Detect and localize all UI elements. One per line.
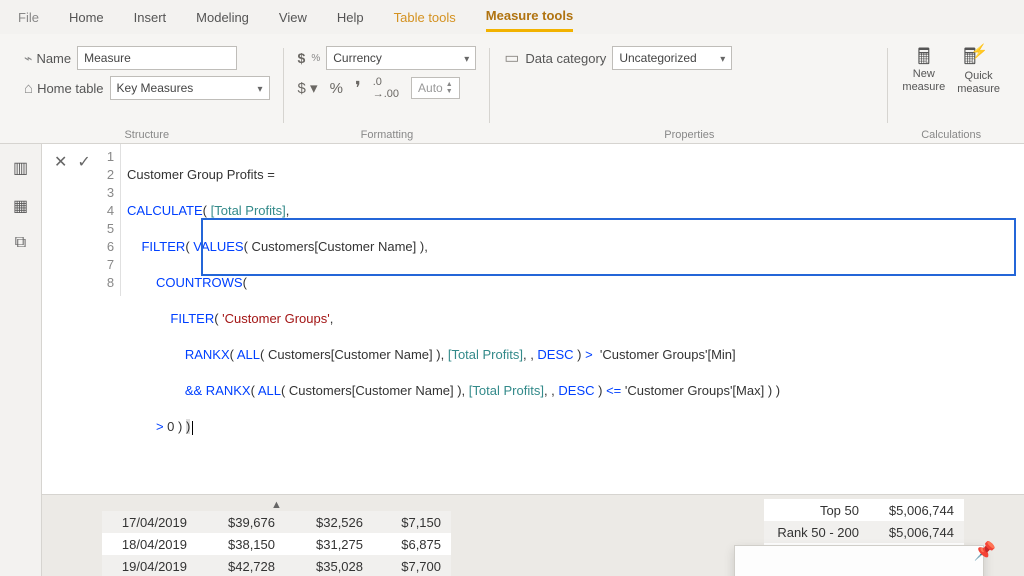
top-tabs: File Home Insert Modeling View Help Tabl… — [0, 0, 1024, 34]
home-table-select[interactable]: Key Measures — [110, 76, 270, 100]
quick-measure-button[interactable]: 🖩⚡ Quick measure — [957, 46, 1000, 96]
tab-file[interactable]: File — [18, 4, 39, 31]
tab-measure-tools[interactable]: Measure tools — [486, 2, 573, 32]
pin-icon[interactable]: 📌 — [974, 541, 996, 562]
format-select[interactable]: Currency — [326, 46, 476, 70]
comma-button[interactable]: ❜ — [355, 78, 361, 99]
home-table-label: Home table — [37, 81, 103, 96]
tab-modeling[interactable]: Modeling — [196, 4, 249, 31]
category-icon — [504, 48, 519, 68]
work-surface: ✕ ✓ 12345678 Customer Group Profits = CA… — [42, 144, 1024, 576]
group-label-formatting: Formatting — [298, 125, 477, 141]
report-canvas[interactable]: ▲ 17/04/2019$39,676$32,526$7,15018/04/20… — [42, 495, 1024, 576]
group-label-structure: Structure — [24, 125, 270, 141]
report-view-icon[interactable]: ▥ — [13, 158, 28, 178]
currency-icon — [298, 50, 306, 66]
spin-up[interactable]: ▲ — [446, 81, 453, 88]
ribbon-group-formatting: % Currency $ ▾ % ❜ .0→.00 Auto ▲▼ Format… — [284, 42, 491, 143]
cancel-formula-button[interactable]: ✕ — [54, 152, 67, 172]
tab-view[interactable]: View — [279, 4, 307, 31]
table-row[interactable]: 17/04/2019$39,676$32,526$7,150 — [102, 511, 451, 533]
tag-icon — [24, 50, 32, 67]
tab-help[interactable]: Help — [337, 4, 364, 31]
ribbon-group-structure: Name Measure Home table Key Measures Str… — [10, 42, 284, 143]
percent-button[interactable]: % — [330, 80, 343, 97]
tab-insert[interactable]: Insert — [134, 4, 167, 31]
group-label-properties: Properties — [504, 125, 874, 141]
data-category-select[interactable]: Uncategorized — [612, 46, 732, 70]
formula-bar: ✕ ✓ 12345678 Customer Group Profits = CA… — [42, 144, 1024, 495]
table-row[interactable]: Rank 50 - 200$5,006,744 — [764, 521, 964, 543]
name-label: Name — [36, 51, 71, 66]
model-view-icon[interactable]: ⧉ — [15, 234, 26, 252]
main-area: ▥ ▦ ⧉ ✕ ✓ 12345678 Customer Group Profit… — [0, 144, 1024, 576]
calculator-lightning-icon: 🖩⚡ — [963, 46, 994, 70]
calculator-icon: 🖩 — [917, 46, 930, 68]
data-category-label: Data category — [525, 51, 606, 66]
loading-tooltip: Working on it — [734, 545, 984, 576]
data-view-icon[interactable]: ▦ — [13, 196, 28, 216]
currency-button[interactable]: $ ▾ — [298, 79, 318, 97]
table-row[interactable]: 19/04/2019$42,728$35,028$7,700 — [102, 555, 451, 576]
tab-home[interactable]: Home — [69, 4, 104, 31]
name-input[interactable]: Measure — [77, 46, 237, 70]
home-icon — [24, 80, 33, 97]
left-rail: ▥ ▦ ⧉ — [0, 144, 42, 576]
formula-editor[interactable]: Customer Group Profits = CALCULATE( [Tot… — [121, 144, 1024, 494]
ribbon-group-calculations: 🖩 New measure 🖩⚡ Quick measure Calculati… — [888, 42, 1014, 143]
ribbon: Name Measure Home table Key Measures Str… — [0, 34, 1024, 144]
tab-table-tools[interactable]: Table tools — [394, 4, 456, 31]
text-cursor — [192, 421, 193, 435]
decimal-dec-button[interactable]: .0→.00 — [373, 76, 399, 100]
new-measure-button[interactable]: 🖩 New measure — [902, 46, 945, 96]
ribbon-group-properties: Data category Uncategorized Properties — [490, 42, 888, 143]
left-table[interactable]: 17/04/2019$39,676$32,526$7,15018/04/2019… — [102, 511, 451, 576]
scroll-up-icon[interactable]: ▲ — [102, 499, 451, 511]
table-row[interactable]: 18/04/2019$38,150$31,275$6,875 — [102, 533, 451, 555]
commit-formula-button[interactable]: ✓ — [77, 152, 90, 172]
spin-down[interactable]: ▼ — [446, 88, 453, 95]
decimals-input[interactable]: Auto ▲▼ — [411, 77, 460, 99]
group-label-calculations: Calculations — [902, 125, 1000, 141]
line-gutter: 12345678 — [103, 144, 121, 296]
table-row[interactable]: Top 50$5,006,744 — [764, 499, 964, 521]
